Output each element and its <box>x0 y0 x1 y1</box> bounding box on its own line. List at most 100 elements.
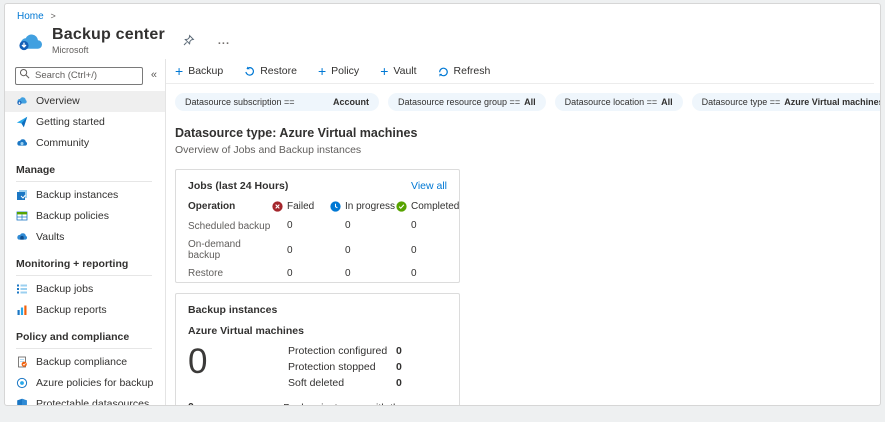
sidebar-search-input[interactable] <box>15 66 143 85</box>
sidebar-item-label: Backup jobs <box>36 283 94 295</box>
stat-value: 0 <box>396 345 402 357</box>
protectable-datasources-icon <box>17 398 27 405</box>
filter-bar: Datasource subscription == Account Datas… <box>175 93 880 111</box>
restore-button[interactable]: Restore <box>244 65 297 77</box>
sidebar-item-backup-reports[interactable]: Backup reports <box>5 300 165 321</box>
filter-value: Azure Virtual machines <box>784 97 880 107</box>
sidebar-item-community[interactable]: Community <box>5 133 165 154</box>
filter-value: All <box>661 97 673 107</box>
sidebar-item-label: Azure policies for backup <box>36 377 154 389</box>
main-content: + Backup Restore + Policy + Vault Refres… <box>166 59 880 405</box>
job-value: 0 <box>345 268 351 279</box>
refresh-button-label: Refresh <box>453 65 491 77</box>
backup-button[interactable]: + Backup <box>175 64 223 78</box>
policy-button-label: Policy <box>331 65 360 77</box>
stat-protection-stopped: Protection stopped 0 <box>288 361 402 373</box>
page-header: Home > Backup center Microsoft ... <box>5 4 880 59</box>
job-row-label: On-demand backup <box>188 239 241 261</box>
job-row-label: Scheduled backup <box>188 221 271 232</box>
sidebar-item-label: Protectable datasources <box>36 398 150 405</box>
job-value: 0 <box>287 268 293 279</box>
sidebar-item-label: Backup policies <box>36 210 109 222</box>
filter-datasource-resource-group[interactable]: Datasource resource group == All <box>388 93 546 111</box>
job-value: 0 <box>411 268 417 279</box>
filter-value: Account <box>333 97 369 107</box>
sidebar-item-azure-policies[interactable]: Azure policies for backup <box>5 373 165 394</box>
page-title: Backup center <box>52 26 165 43</box>
filter-label: Datasource resource group == <box>398 97 521 107</box>
vault-button[interactable]: + Vault <box>380 62 416 79</box>
backup-instances-card: Backup instances Azure Virtual machines … <box>175 293 460 405</box>
refresh-button[interactable]: Refresh <box>438 65 491 77</box>
stat-value: 0 <box>396 361 402 373</box>
sidebar-item-protectable-datasources[interactable]: Protectable datasources <box>5 394 165 405</box>
backup-reports-icon <box>17 305 27 315</box>
instances-card-title: Backup instances <box>188 304 278 316</box>
backup-center-icon <box>19 34 43 50</box>
instances-card-subtitle: Azure Virtual machines <box>188 325 304 337</box>
policy-button[interactable]: + Policy <box>317 62 360 79</box>
filter-datasource-location[interactable]: Datasource location == All <box>554 93 683 111</box>
plus-icon: + <box>317 62 327 79</box>
completed-icon <box>396 201 407 212</box>
getting-started-icon <box>16 116 28 128</box>
sidebar-item-vaults[interactable]: Vaults <box>5 227 165 248</box>
col-failed-label: Failed <box>287 201 315 212</box>
breadcrumb-chevron-icon: > <box>50 11 56 21</box>
job-value: 0 <box>287 220 293 231</box>
sidebar: « Overview Getting started <box>5 59 166 405</box>
stat-value: 0 <box>396 377 402 389</box>
sidebar-collapse-button[interactable]: « <box>149 69 159 81</box>
in-progress-icon <box>330 201 341 212</box>
more-options-icon[interactable]: ... <box>218 35 230 47</box>
job-value: 0 <box>411 220 417 231</box>
backup-center-page: Home > Backup center Microsoft ... Searc… <box>4 3 881 406</box>
sidebar-item-label: Backup instances <box>36 189 119 201</box>
col-failed: Failed <box>272 201 330 212</box>
sidebar-section-policy: Policy and compliance <box>16 328 152 349</box>
sidebar-item-label: Backup reports <box>36 304 107 316</box>
failed-icon <box>272 201 283 212</box>
not-found-count: 0 <box>188 401 283 405</box>
filter-label: Datasource type == <box>701 97 781 107</box>
filter-datasource-type[interactable]: Datasource type == Azure Virtual machine… <box>691 93 880 111</box>
job-value: 0 <box>345 244 351 256</box>
azure-policies-icon <box>16 377 28 389</box>
view-all-link[interactable]: View all <box>411 180 447 192</box>
sidebar-item-backup-policies[interactable]: Backup policies <box>5 206 165 227</box>
col-in-progress: In progress <box>330 201 396 212</box>
sidebar-section-monitoring: Monitoring + reporting <box>16 255 152 276</box>
sidebar-item-label: Overview <box>36 95 80 107</box>
overview-cloud-icon <box>17 97 27 105</box>
sidebar-item-overview[interactable]: Overview <box>5 90 165 112</box>
instances-total-count: 0 <box>188 342 208 381</box>
col-completed: Completed <box>396 201 459 212</box>
datasource-type-heading: Datasource type: Azure Virtual machines <box>175 126 418 140</box>
sidebar-item-getting-started[interactable]: Getting started <box>5 112 165 133</box>
breadcrumb-home-link[interactable]: Home <box>17 11 44 22</box>
filter-value: All <box>524 97 536 107</box>
overview-subheading: Overview of Jobs and Backup instances <box>175 144 362 156</box>
pin-icon[interactable] <box>182 34 195 47</box>
sidebar-item-backup-jobs[interactable]: Backup jobs <box>5 279 165 300</box>
restore-icon <box>245 66 255 76</box>
refresh-icon <box>438 67 448 77</box>
sidebar-item-backup-instances[interactable]: Backup instances <box>5 185 165 206</box>
filter-datasource-subscription[interactable]: Datasource subscription == Account <box>175 93 379 111</box>
stat-soft-deleted: Soft deleted 0 <box>288 377 402 389</box>
job-row-label: Restore <box>188 268 224 279</box>
sidebar-item-label: Vaults <box>36 231 65 243</box>
sidebar-item-backup-compliance[interactable]: Backup compliance <box>5 352 165 373</box>
job-value: 0 <box>345 220 351 231</box>
jobs-card-title: Jobs (last 24 Hours) <box>188 180 289 192</box>
job-value: 0 <box>287 244 293 256</box>
backup-instances-icon <box>17 190 27 200</box>
stat-label: Protection stopped <box>288 361 376 373</box>
sidebar-item-label: Getting started <box>36 116 105 128</box>
backup-jobs-icon <box>17 284 27 294</box>
vaults-icon <box>17 233 28 240</box>
backup-policies-icon <box>16 211 28 221</box>
sidebar-item-label: Community <box>36 137 90 149</box>
plus-icon: + <box>380 62 389 79</box>
stat-label: Protection configured <box>288 345 388 357</box>
